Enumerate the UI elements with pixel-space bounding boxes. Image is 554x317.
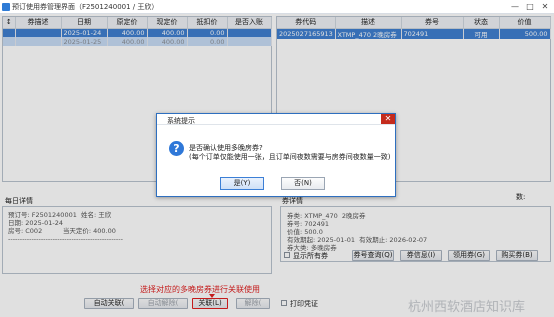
app-icon	[2, 3, 10, 11]
window-title: 预订使用券管理界面（F2501240001 / 王欣）	[12, 3, 159, 11]
dialog-titlebar: 系统提示	[157, 114, 395, 125]
window-titlebar: 预订使用券管理界面（F2501240001 / 王欣） — □ ✕	[0, 0, 554, 14]
maximize-icon[interactable]: □	[523, 1, 537, 12]
close-icon[interactable]: ✕	[538, 1, 552, 12]
dialog-title: 系统提示	[167, 117, 195, 125]
minimize-icon[interactable]: —	[508, 1, 522, 12]
yes-button[interactable]: 是(Y)	[220, 177, 264, 190]
no-button[interactable]: 否(N)	[281, 177, 325, 190]
confirm-dialog: 系统提示 ✕ ? 是否确认使用多晚房券? (每个订单仅能使用一张，且订单间夜数需…	[156, 113, 396, 197]
question-icon: ?	[169, 141, 184, 156]
dialog-close-icon[interactable]: ✕	[381, 114, 395, 124]
dialog-message-line2: (每个订单仅能使用一张，且订单间夜数需要与房券间夜数量一致)	[189, 153, 391, 161]
